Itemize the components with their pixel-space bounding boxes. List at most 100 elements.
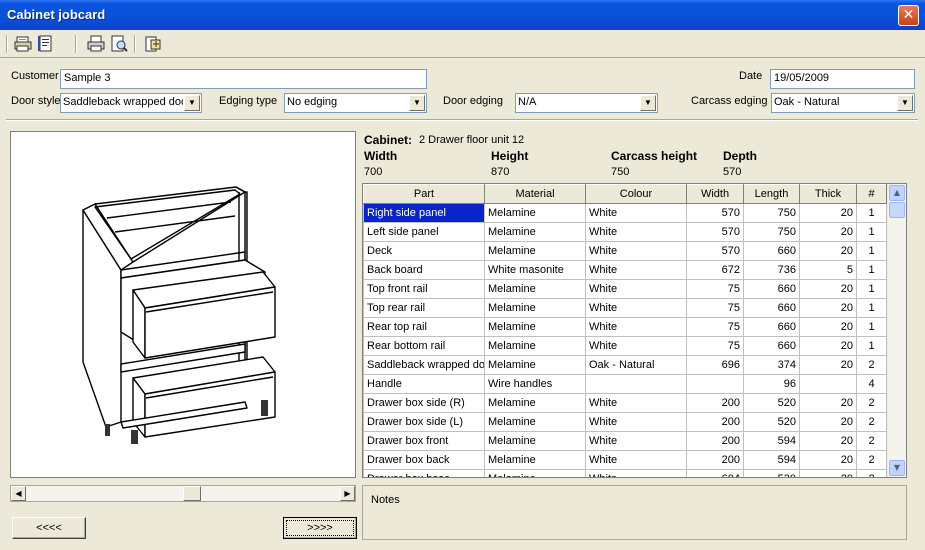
cell-part[interactable]: Drawer box side (L) <box>363 412 485 432</box>
cell-count[interactable]: 4 <box>856 374 887 394</box>
table-row[interactable]: Saddleback wrapped do Melamine Oak - Natur… <box>363 355 887 375</box>
cell-count[interactable]: 1 <box>856 241 887 261</box>
cell-colour[interactable]: White <box>585 260 687 280</box>
cell-width[interactable]: 200 <box>686 450 744 470</box>
carcass-edging-select[interactable]: Oak - Natural ▼ <box>771 93 915 113</box>
parts-grid-scrollbar[interactable]: ▲ ▼ <box>888 184 906 477</box>
cell-material[interactable]: Melamine <box>484 203 586 223</box>
cell-part[interactable]: Left side panel <box>363 222 485 242</box>
cell-colour[interactable]: White <box>585 336 687 356</box>
cell-part[interactable]: Drawer box base <box>363 469 485 477</box>
cell-width[interactable]: 75 <box>686 298 744 318</box>
cell-thick[interactable] <box>799 374 857 394</box>
export-icon[interactable] <box>144 35 162 53</box>
print-jobcard-icon[interactable] <box>14 35 32 53</box>
printer-icon[interactable] <box>87 35 105 53</box>
cell-count[interactable]: 1 <box>856 298 887 318</box>
cell-length[interactable]: 96 <box>743 374 800 394</box>
cell-material[interactable]: White masonite <box>484 260 586 280</box>
cell-part[interactable]: Deck <box>363 241 485 261</box>
print-preview-icon[interactable] <box>110 35 128 53</box>
cell-thick[interactable]: 20 <box>799 393 857 413</box>
cabinet-preview[interactable] <box>10 131 356 478</box>
cell-thick[interactable]: 20 <box>799 241 857 261</box>
cell-colour[interactable]: White <box>585 412 687 432</box>
cell-width[interactable]: 604 <box>686 469 744 477</box>
cell-thick[interactable]: 20 <box>799 336 857 356</box>
chevron-down-icon[interactable]: ▼ <box>409 95 425 111</box>
cell-count[interactable]: 1 <box>856 317 887 337</box>
preview-rotate-scrollbar[interactable]: ◀ ▶ <box>10 485 356 502</box>
cell-material[interactable]: Melamine <box>484 469 586 477</box>
cell-colour[interactable]: White <box>585 431 687 451</box>
cell-count[interactable]: 1 <box>856 336 887 356</box>
cell-part[interactable]: Saddleback wrapped do <box>363 355 485 375</box>
cell-length[interactable]: 660 <box>743 241 800 261</box>
table-row[interactable]: Rear top rail Melamine White 75 660 20 1 <box>363 317 887 337</box>
close-button[interactable]: ✕ <box>898 5 919 26</box>
cell-material[interactable]: Melamine <box>484 317 586 337</box>
table-row[interactable]: Rear bottom rail Melamine White 75 660 20 1 <box>363 336 887 356</box>
cell-length[interactable]: 736 <box>743 260 800 280</box>
cell-length[interactable]: 660 <box>743 298 800 318</box>
cell-material[interactable]: Melamine <box>484 393 586 413</box>
cell-width[interactable]: 696 <box>686 355 744 375</box>
cell-material[interactable]: Wire handles <box>484 374 586 394</box>
cell-material[interactable]: Melamine <box>484 241 586 261</box>
column-header[interactable]: Length <box>743 184 800 204</box>
cell-colour[interactable]: White <box>585 298 687 318</box>
chevron-down-icon[interactable]: ▼ <box>184 95 200 111</box>
customer-field[interactable]: Sample 3 <box>60 69 427 89</box>
cell-colour[interactable]: White <box>585 241 687 261</box>
cell-count[interactable]: 2 <box>856 450 887 470</box>
cell-part[interactable]: Back board <box>363 260 485 280</box>
cell-length[interactable]: 530 <box>743 469 800 477</box>
table-row[interactable]: Drawer box baseMelamineWhite604530202 <box>363 469 887 477</box>
chevron-down-icon[interactable]: ▼ <box>897 95 913 111</box>
cell-thick[interactable]: 20 <box>799 317 857 337</box>
cell-length[interactable]: 520 <box>743 393 800 413</box>
scroll-thumb[interactable] <box>183 486 201 501</box>
cell-width[interactable]: 75 <box>686 336 744 356</box>
table-row[interactable]: Drawer box side (L) Melamine White 200 520 20… <box>363 412 887 432</box>
cell-width[interactable]: 570 <box>686 203 744 223</box>
cell-length[interactable]: 594 <box>743 450 800 470</box>
cell-length[interactable]: 520 <box>743 412 800 432</box>
scroll-down-arrow-icon[interactable]: ▼ <box>889 460 905 476</box>
cell-part[interactable]: Drawer box front <box>363 431 485 451</box>
cell-part[interactable]: Right side panel <box>363 203 485 223</box>
cell-thick[interactable]: 20 <box>799 431 857 451</box>
cell-material[interactable]: Melamine <box>484 279 586 299</box>
table-row[interactable]: Handle Wire handles 96 4 <box>363 374 887 394</box>
cell-thick[interactable]: 20 <box>799 222 857 242</box>
cell-width[interactable]: 75 <box>686 279 744 299</box>
cell-width[interactable]: 200 <box>686 412 744 432</box>
cell-colour[interactable]: White <box>585 222 687 242</box>
cell-material[interactable]: Melamine <box>484 222 586 242</box>
cell-part[interactable]: Drawer box side (R) <box>363 393 485 413</box>
table-row[interactable]: Deck Melamine White 570 660 20 1 <box>363 241 887 261</box>
cell-width[interactable]: 672 <box>686 260 744 280</box>
table-row[interactable]: Drawer box side (R) Melamine White 200 520 20… <box>363 393 887 413</box>
cell-length[interactable]: 660 <box>743 279 800 299</box>
table-row[interactable]: Back board White masonite White 672 736 5 1 <box>363 260 887 280</box>
notes-panel[interactable]: Notes <box>362 485 907 540</box>
column-header[interactable]: Thick <box>799 184 857 204</box>
parts-grid[interactable]: Part Material Colour Width Length Thick # Righ… <box>362 183 907 478</box>
chevron-down-icon[interactable]: ▼ <box>640 95 656 111</box>
cell-length[interactable]: 750 <box>743 203 800 223</box>
cell-part[interactable]: Handle <box>363 374 485 394</box>
cell-count[interactable]: 1 <box>856 260 887 280</box>
cell-colour[interactable]: White <box>585 469 687 477</box>
cell-width[interactable]: 200 <box>686 431 744 451</box>
table-row[interactable]: Left side panel Melamine White 570 750 20 1 <box>363 222 887 242</box>
cell-part[interactable]: Drawer box back <box>363 450 485 470</box>
column-header[interactable]: Material <box>484 184 586 204</box>
next-cabinet-button[interactable]: >>>> <box>283 517 357 539</box>
cell-colour[interactable]: White <box>585 203 687 223</box>
column-header[interactable]: # <box>856 184 887 204</box>
cell-count[interactable]: 2 <box>856 393 887 413</box>
cell-length[interactable]: 660 <box>743 317 800 337</box>
cell-colour[interactable]: Oak - Natural <box>585 355 687 375</box>
cell-width[interactable] <box>686 374 744 394</box>
